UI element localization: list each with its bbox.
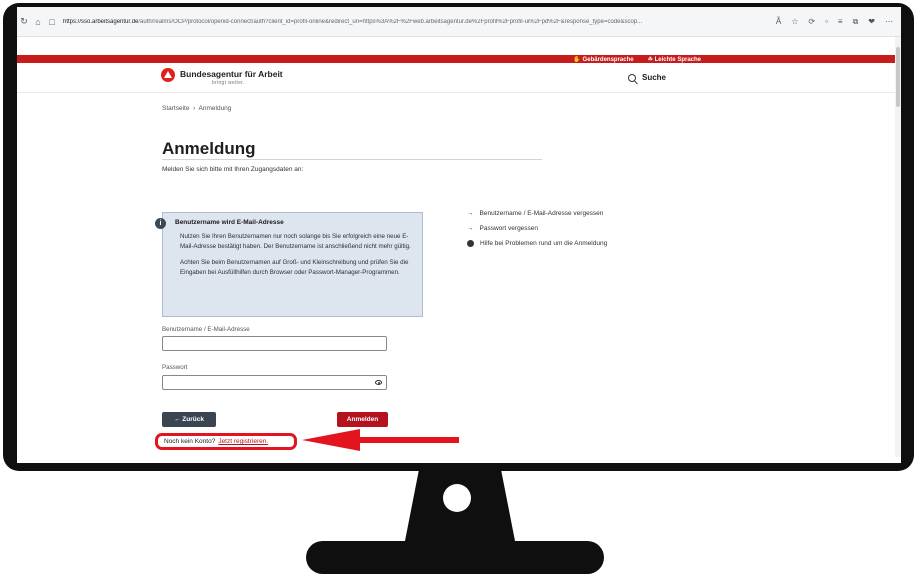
brand-slogan: bringt weiter. xyxy=(212,80,245,86)
ba-logo-icon[interactable] xyxy=(161,68,175,82)
password-input[interactable] xyxy=(162,375,387,390)
scrollbar[interactable] xyxy=(895,37,901,457)
annotation-arrow xyxy=(302,429,462,451)
help-links: → Benutzername / E-Mail-Adresse vergesse… xyxy=(467,210,607,255)
info-icon: i xyxy=(155,218,166,229)
scrollbar-thumb[interactable] xyxy=(896,47,900,107)
search-button[interactable]: Suche xyxy=(628,73,666,82)
arrow-shaft xyxy=(357,437,459,443)
favorites-list-icon[interactable]: ≡ xyxy=(838,17,843,27)
lock-icon[interactable]: □ xyxy=(45,17,59,27)
breadcrumb: Startseite › Anmeldung xyxy=(162,105,231,112)
url-host: https://sso.arbeitsagentur.de xyxy=(63,18,139,25)
forgot-username-label: Benutzername / E-Mail-Adresse vergessen xyxy=(479,210,604,217)
arrow-right-icon: → xyxy=(467,210,474,217)
sign-language-link[interactable]: ✋ Gebärdensprache xyxy=(573,56,633,63)
register-question: Noch kein Konto? xyxy=(164,438,216,445)
page-subtitle: Melden Sie sich bitte mit Ihren Zugangsd… xyxy=(162,166,304,173)
back-button[interactable]: ← Zurück xyxy=(162,412,216,427)
more-menu-icon[interactable]: ⋯ xyxy=(885,17,893,27)
easy-language-link[interactable]: ☘ Leichte Sprache xyxy=(648,56,701,63)
username-input[interactable] xyxy=(162,336,387,351)
breadcrumb-current: Anmeldung xyxy=(198,105,232,112)
refresh-icon[interactable]: ⟳ xyxy=(808,17,815,27)
username-label: Benutzername / E-Mail-Adresse xyxy=(162,326,250,333)
reload-icon[interactable]: ↻ xyxy=(17,16,31,27)
site-header: Bundesagentur für Arbeit bringt weiter. … xyxy=(17,63,901,93)
info-box: i Benutzername wird E-Mail-Adresse Nutze… xyxy=(155,212,423,317)
forgot-username-link[interactable]: → Benutzername / E-Mail-Adresse vergesse… xyxy=(467,210,607,217)
search-icon xyxy=(628,73,636,82)
password-label: Passwort xyxy=(162,364,188,371)
breadcrumb-separator: › xyxy=(193,105,196,112)
info-box-paragraph: Nutzen Sie Ihren Benutzernamen nur noch … xyxy=(180,233,411,250)
brand-name[interactable]: Bundesagentur für Arbeit xyxy=(180,69,283,79)
help-link[interactable]: Hilfe bei Problemen rund um die Anmeldun… xyxy=(467,240,607,247)
home-icon[interactable]: ⌂ xyxy=(31,17,45,27)
stand-hole xyxy=(443,484,471,512)
breadcrumb-home[interactable]: Startseite xyxy=(162,105,189,112)
help-circle-icon xyxy=(467,240,474,247)
service-bar: ✋ Gebärdensprache ☘ Leichte Sprache xyxy=(17,55,901,63)
register-highlight: Noch kein Konto? Jetzt registrieren. xyxy=(155,433,297,450)
browser-actions: Ã ☆ ⟳ ▫ ≡ ⧉ ❤ ⋯ xyxy=(776,17,901,27)
favorite-icon[interactable]: ☆ xyxy=(791,17,798,27)
split-screen-icon[interactable]: ▫ xyxy=(825,17,828,27)
register-link[interactable]: Jetzt registrieren. xyxy=(218,438,268,445)
address-bar[interactable]: https://sso.arbeitsagentur.de/auth/realm… xyxy=(63,19,723,25)
arrow-right-icon: → xyxy=(467,225,474,232)
info-box-title: Benutzername wird E-Mail-Adresse xyxy=(175,219,284,226)
info-box-paragraph: Achten Sie beim Benutzernamen auf Groß- … xyxy=(180,259,409,276)
browser-screen: ↻ ⌂ □ https://sso.arbeitsagentur.de/auth… xyxy=(17,7,901,463)
title-divider xyxy=(162,159,542,160)
monitor-base xyxy=(306,541,604,574)
forgot-password-label: Passwort vergessen xyxy=(479,225,539,232)
read-aloud-icon[interactable]: Ã xyxy=(776,17,781,27)
browser-toolbar: ↻ ⌂ □ https://sso.arbeitsagentur.de/auth… xyxy=(17,7,901,37)
login-button[interactable]: Anmelden xyxy=(337,412,388,427)
search-label: Suche xyxy=(642,73,667,82)
show-password-eye-icon[interactable] xyxy=(375,380,382,385)
url-path: /auth/realms/OCP/protocol/openid-connect… xyxy=(138,18,643,25)
collections-icon[interactable]: ⧉ xyxy=(853,17,859,27)
arrow-head xyxy=(302,429,360,451)
monitor-frame: ↻ ⌂ □ https://sso.arbeitsagentur.de/auth… xyxy=(3,3,914,471)
forgot-password-link[interactable]: → Passwort vergessen xyxy=(467,225,607,232)
extensions-icon[interactable]: ❤ xyxy=(868,17,875,27)
page-title: Anmeldung xyxy=(162,139,256,158)
help-label: Hilfe bei Problemen rund um die Anmeldun… xyxy=(480,240,608,247)
